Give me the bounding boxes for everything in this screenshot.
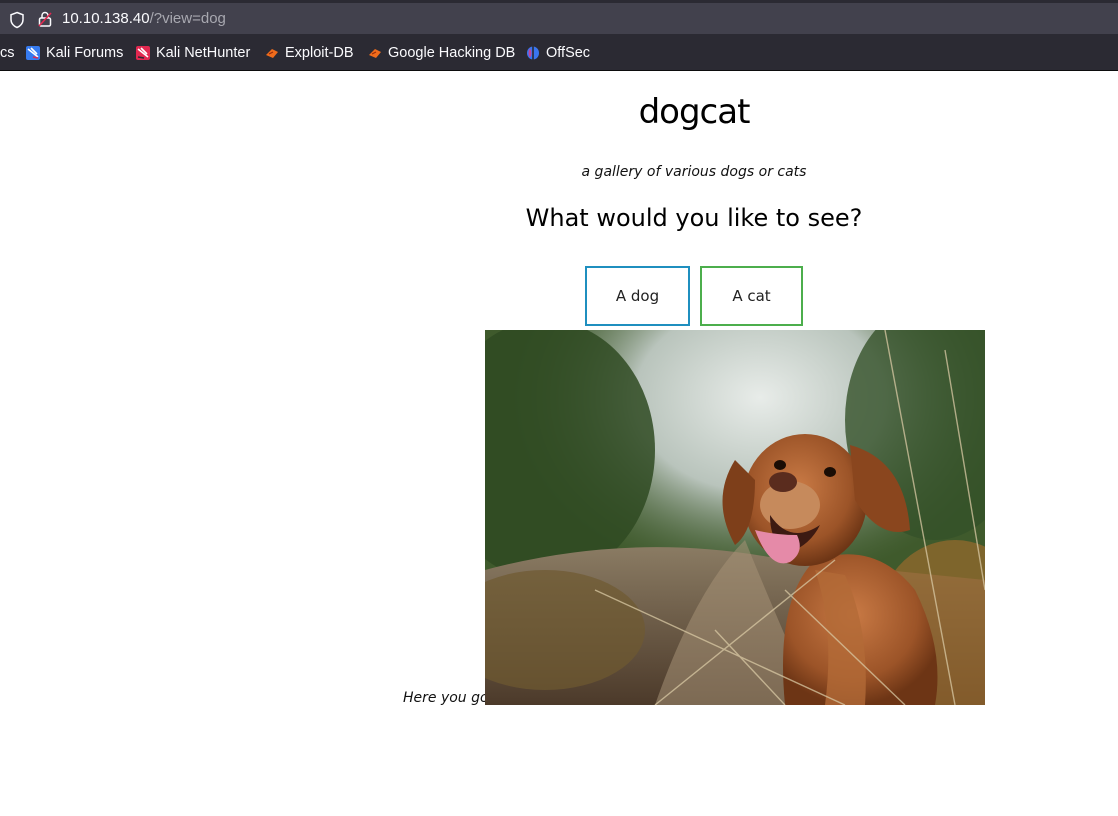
exploit-db-icon xyxy=(266,49,278,58)
address-field[interactable]: 10.10.138.40/?view=dog xyxy=(0,3,1118,34)
bookmark-kali-nethunter[interactable]: Kali NetHunter xyxy=(136,45,250,61)
result-caption: Here you go! xyxy=(403,690,495,706)
cat-button[interactable]: A cat xyxy=(700,266,803,326)
browser-url-bar: 10.10.138.40/?view=dog xyxy=(0,0,1118,38)
bookmark-ghdb[interactable]: Google Hacking DB xyxy=(368,45,515,61)
page-title: dogcat xyxy=(638,92,751,132)
bookmark-label: cs xyxy=(0,45,15,61)
bookmark-label: Kali NetHunter xyxy=(156,45,251,61)
url-text[interactable]: 10.10.138.40/?view=dog xyxy=(62,10,226,27)
url-path: /?view=dog xyxy=(149,10,226,27)
bookmark-label: Kali Forums xyxy=(46,45,124,61)
dog-button[interactable]: A dog xyxy=(585,266,690,326)
bookmarks-toolbar: cs Kali Forums Kali NetHunter Exploit-DB… xyxy=(0,38,1118,71)
url-host: 10.10.138.40 xyxy=(62,10,150,27)
kali-forums-icon xyxy=(26,46,40,60)
bookmark-offsec[interactable]: OffSec xyxy=(526,45,590,61)
dog-photo xyxy=(485,330,985,705)
bookmark-exploit-db[interactable]: Exploit-DB xyxy=(265,45,354,61)
bookmark-truncated[interactable]: cs xyxy=(0,45,15,61)
kali-nethunter-icon xyxy=(136,46,150,60)
page-question: What would you like to see? xyxy=(525,204,863,232)
insecure-lock-icon[interactable] xyxy=(36,10,54,28)
page-subtitle: a gallery of various dogs or cats xyxy=(581,164,807,180)
bookmark-kali-forums[interactable]: Kali Forums xyxy=(26,45,123,61)
bookmark-label: Exploit-DB xyxy=(285,45,354,61)
shield-icon[interactable] xyxy=(8,11,26,29)
bookmark-label: Google Hacking DB xyxy=(388,45,516,61)
offsec-icon xyxy=(527,46,539,60)
ghdb-icon xyxy=(369,49,381,58)
bookmark-label: OffSec xyxy=(546,45,591,61)
